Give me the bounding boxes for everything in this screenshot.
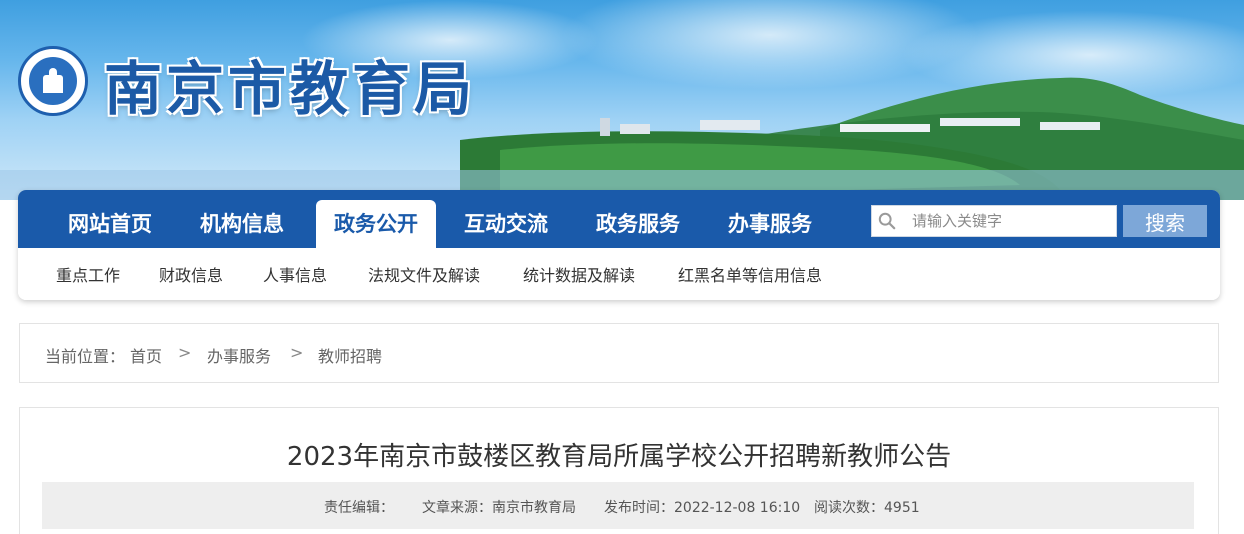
breadcrumb: 当前位置： 首页 > 办事服务 > 教师招聘	[19, 323, 1219, 383]
sub-nav: 重点工作 财政信息 人事信息 法规文件及解读 统计数据及解读 红黑名单等信用信息	[18, 248, 1220, 300]
search-box	[871, 205, 1117, 237]
sub-nav-item-personnel-info[interactable]: 人事信息	[263, 262, 327, 286]
header-banner: 南京市教育局	[0, 0, 1244, 200]
breadcrumb-prefix: 当前位置：	[45, 347, 126, 366]
search-icon	[878, 212, 896, 230]
sub-nav-item-regulations[interactable]: 法规文件及解读	[368, 262, 480, 286]
article-meta-bar: 责任编辑： 文章来源：南京市教育局 发布时间：2022-12-08 16:10 …	[42, 482, 1194, 529]
article-title: 2023年南京市鼓楼区教育局所属学校公开招聘新教师公告	[286, 442, 952, 472]
search-button[interactable]: 搜索	[1123, 205, 1207, 237]
nav-item-government-affairs-disclosure[interactable]: 政务公开	[316, 200, 436, 248]
sub-nav-item-credit-lists[interactable]: 红黑名单等信用信息	[678, 262, 822, 286]
nav-item-government-services[interactable]: 政务服务	[582, 200, 694, 248]
article-view-count: 阅读次数：4951	[814, 500, 920, 516]
article-source: 文章来源：南京市教育局	[422, 500, 576, 516]
nav-item-interaction[interactable]: 互动交流	[450, 200, 562, 248]
search-input[interactable]	[912, 206, 1112, 236]
breadcrumb-separator: >	[178, 343, 192, 362]
sub-nav-item-financial-info[interactable]: 财政信息	[159, 262, 223, 286]
breadcrumb-separator: >	[290, 343, 304, 362]
article-editor: 责任编辑：	[324, 500, 394, 516]
sub-nav-item-statistics[interactable]: 统计数据及解读	[523, 262, 635, 286]
nav-item-home[interactable]: 网站首页	[54, 200, 166, 248]
main-nav: 网站首页 机构信息 政务公开 互动交流 政务服务 办事服务 搜索	[18, 190, 1220, 248]
article-publish-time: 发布时间：2022-12-08 16:10	[604, 500, 801, 516]
article: 2023年南京市鼓楼区教育局所属学校公开招聘新教师公告 责任编辑： 文章来源：南…	[19, 407, 1219, 534]
navigation-panel: 网站首页 机构信息 政务公开 互动交流 政务服务 办事服务 搜索 重点工作 财政…	[18, 190, 1220, 300]
sub-nav-item-key-work[interactable]: 重点工作	[56, 262, 120, 286]
breadcrumb-item-office-services[interactable]: 办事服务	[207, 343, 271, 367]
nav-item-office-services[interactable]: 办事服务	[714, 200, 826, 248]
nav-item-institution-info[interactable]: 机构信息	[186, 200, 298, 248]
breadcrumb-item-home[interactable]: 首页	[130, 343, 162, 367]
breadcrumb-item-teacher-recruitment[interactable]: 教师招聘	[318, 343, 382, 367]
education-bureau-emblem	[18, 46, 88, 116]
site-title: 南京市教育局	[104, 55, 477, 123]
